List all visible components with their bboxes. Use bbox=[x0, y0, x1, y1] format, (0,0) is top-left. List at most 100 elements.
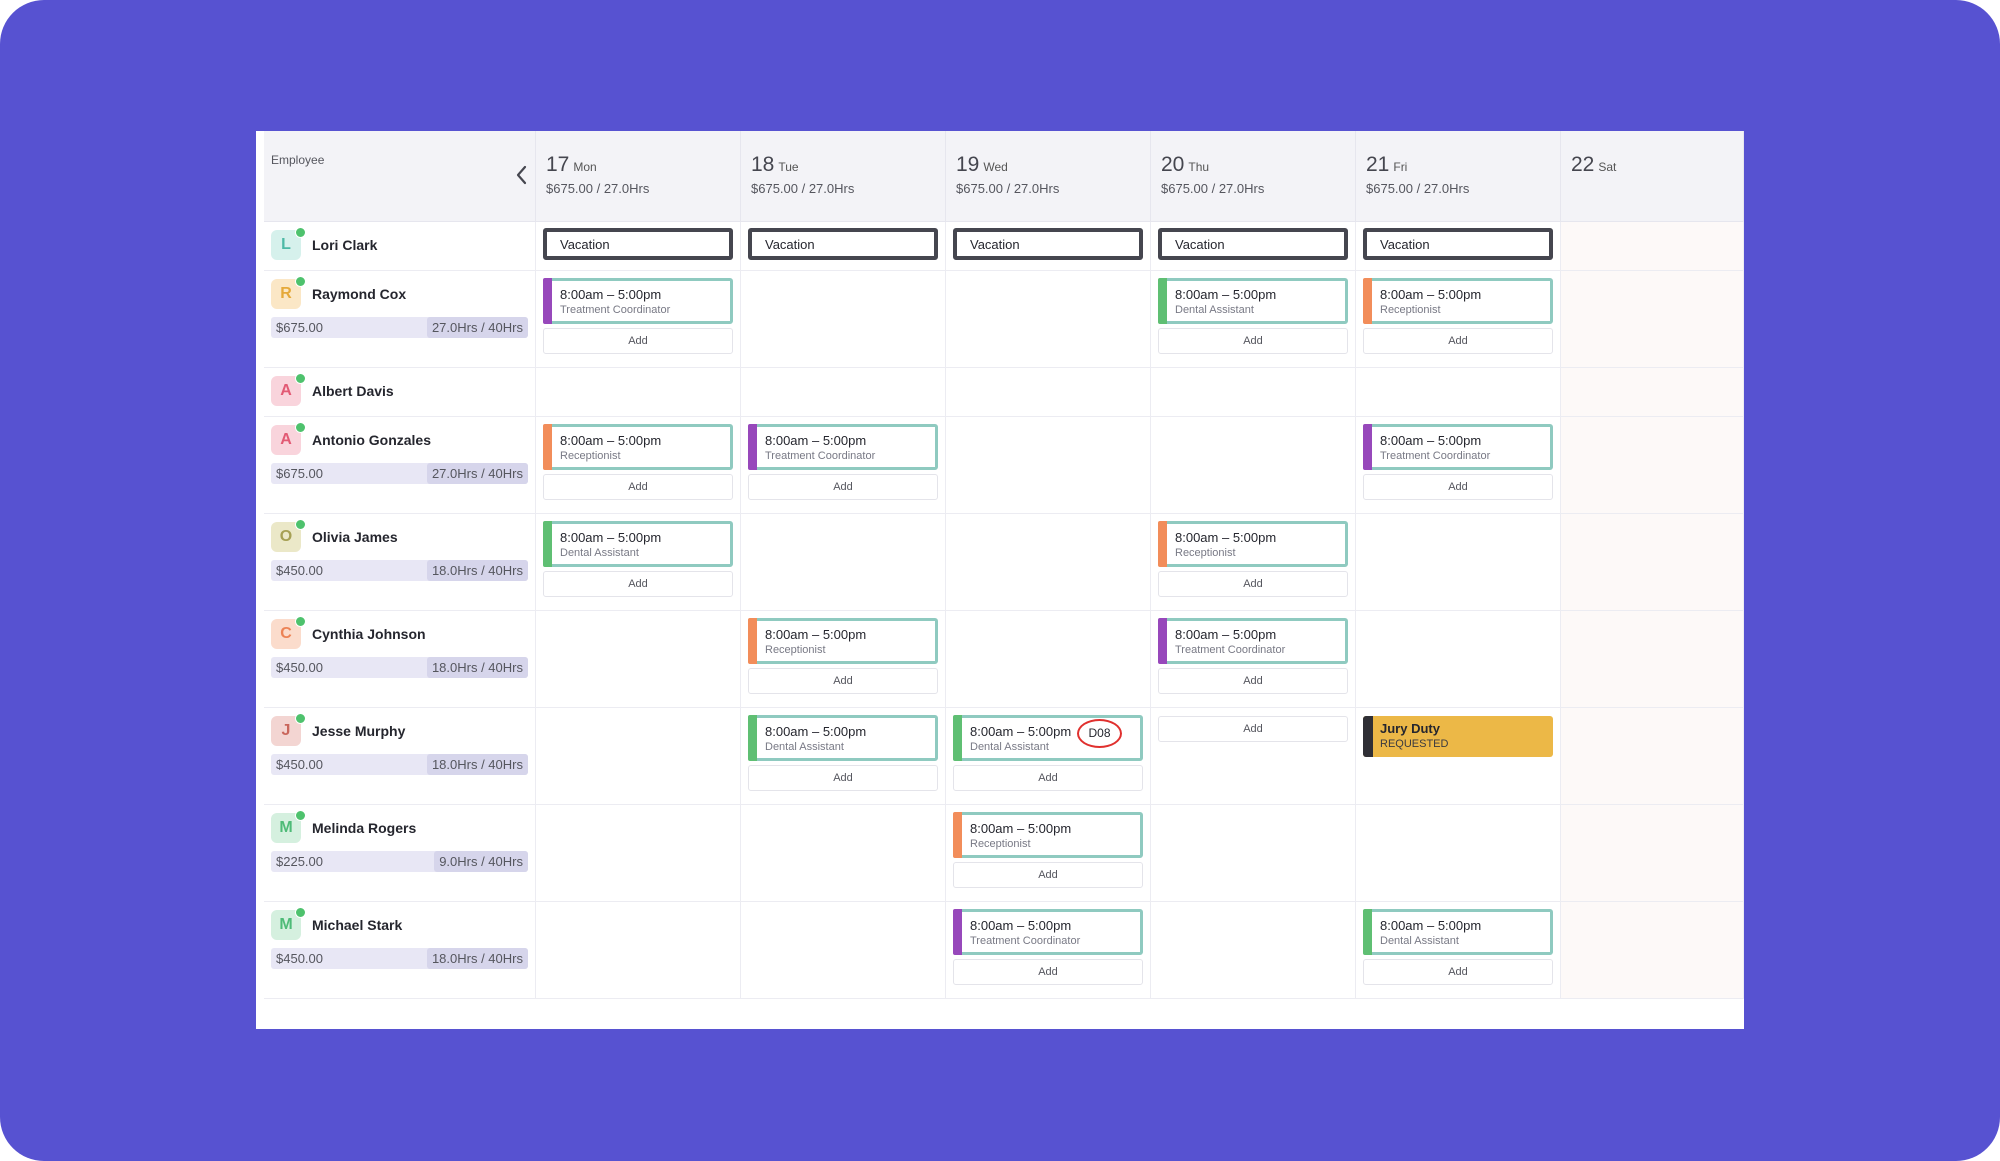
pay-hours-bar: $225.00 9.0Hrs / 40Hrs bbox=[271, 851, 528, 872]
employee-row-jesse-murphy[interactable]: J Jesse Murphy $450.00 18.0Hrs / 40Hrs bbox=[264, 708, 536, 805]
shift-block[interactable]: 8:00am – 5:00pm Receptionist bbox=[543, 424, 733, 470]
weekly-pay: $450.00 bbox=[276, 951, 323, 966]
shift-block[interactable]: 8:00am – 5:00pm Dental Assistant bbox=[748, 715, 938, 761]
day-name: Wed bbox=[983, 160, 1008, 174]
shift-block[interactable]: 8:00am – 5:00pm Receptionist bbox=[953, 812, 1143, 858]
day-name: Mon bbox=[573, 160, 597, 174]
shift-block[interactable]: 8:00am – 5:00pm Receptionist bbox=[748, 618, 938, 664]
shift-block[interactable]: 8:00am – 5:00pm Receptionist bbox=[1158, 521, 1348, 567]
add-shift-button[interactable]: Add bbox=[543, 328, 733, 354]
employee-row-michael-stark[interactable]: M Michael Stark $450.00 18.0Hrs / 40Hrs bbox=[264, 902, 536, 999]
schedule-cell bbox=[946, 611, 1151, 708]
room-badge[interactable]: D08 bbox=[1077, 719, 1122, 748]
schedule-cell: Vacation bbox=[536, 222, 741, 271]
employee-name: Cynthia Johnson bbox=[312, 626, 426, 642]
shift-role: Dental Assistant bbox=[560, 547, 639, 559]
shift-block[interactable]: 8:00am – 5:00pm Treatment Coordinator bbox=[748, 424, 938, 470]
add-shift-button[interactable]: Add bbox=[748, 474, 938, 500]
add-shift-button[interactable]: Add bbox=[543, 571, 733, 597]
employee-name: Melinda Rogers bbox=[312, 820, 417, 836]
weekly-pay: $225.00 bbox=[276, 854, 323, 869]
day-cost-hours: $675.00 / 27.0Hrs bbox=[751, 181, 855, 196]
weekly-hours: 18.0Hrs / 40Hrs bbox=[426, 657, 528, 678]
add-shift-button[interactable]: Add bbox=[1158, 571, 1348, 597]
shift-block[interactable]: 8:00am – 5:00pm Treatment Coordinator bbox=[953, 909, 1143, 955]
schedule-cell bbox=[1561, 271, 1744, 368]
add-shift-button[interactable]: Add bbox=[1363, 328, 1553, 354]
employee-row-lori-clark[interactable]: L Lori Clark bbox=[264, 222, 536, 271]
add-shift-button[interactable]: Add bbox=[953, 862, 1143, 888]
add-shift-button[interactable]: Add bbox=[1363, 474, 1553, 500]
vacation-label: Vacation bbox=[765, 237, 815, 252]
shift-block[interactable]: 8:00am – 5:00pm Dental Assistant bbox=[1158, 278, 1348, 324]
schedule-cell bbox=[946, 417, 1151, 514]
day-name: Sat bbox=[1598, 160, 1617, 174]
weekly-pay: $450.00 bbox=[276, 757, 323, 772]
shift-block[interactable]: 8:00am – 5:00pm Dental Assistant bbox=[543, 521, 733, 567]
add-shift-button[interactable]: Add bbox=[748, 668, 938, 694]
vacation-block[interactable]: Vacation bbox=[1158, 228, 1348, 260]
schedule-cell bbox=[536, 611, 741, 708]
pay-hours-bar: $450.00 18.0Hrs / 40Hrs bbox=[271, 560, 528, 581]
shift-time: 8:00am – 5:00pm bbox=[970, 724, 1072, 739]
weekly-hours: 27.0Hrs / 40Hrs bbox=[426, 463, 528, 484]
schedule-cell bbox=[1561, 708, 1744, 805]
shift-role: Treatment Coordinator bbox=[1175, 644, 1286, 656]
day-header-mon: 17 Mon $675.00 / 27.0Hrs bbox=[536, 131, 741, 222]
online-status-dot bbox=[295, 227, 306, 238]
jury-duty-block[interactable]: Jury Duty REQUESTED bbox=[1363, 716, 1553, 757]
add-shift-button[interactable]: Add bbox=[748, 765, 938, 791]
schedule-cell: 8:00am – 5:00pm Treatment Coordinator Add bbox=[1151, 611, 1356, 708]
employee-row-melinda-rogers[interactable]: M Melinda Rogers $225.00 9.0Hrs / 40Hrs bbox=[264, 805, 536, 902]
add-shift-button[interactable]: Add bbox=[953, 959, 1143, 985]
vacation-label: Vacation bbox=[1380, 237, 1430, 252]
shift-block[interactable]: 8:00am – 5:00pm Dental Assistant bbox=[1363, 909, 1553, 955]
day-name: Tue bbox=[778, 160, 799, 174]
weekly-hours: 9.0Hrs / 40Hrs bbox=[434, 851, 528, 872]
employee-row-raymond-cox[interactable]: R Raymond Cox $675.00 27.0Hrs / 40Hrs bbox=[264, 271, 536, 368]
shift-time: 8:00am – 5:00pm bbox=[1175, 530, 1277, 545]
online-status-dot bbox=[295, 373, 306, 384]
add-shift-button[interactable]: Add bbox=[1158, 668, 1348, 694]
shift-block[interactable]: 8:00am – 5:00pm Receptionist bbox=[1363, 278, 1553, 324]
day-number-value: 21 bbox=[1366, 153, 1390, 176]
schedule-cell bbox=[536, 902, 741, 999]
vacation-block[interactable]: Vacation bbox=[543, 228, 733, 260]
vacation-block[interactable]: Vacation bbox=[748, 228, 938, 260]
role-color-bar bbox=[1158, 521, 1167, 567]
shift-block[interactable]: 8:00am – 5:00pm Treatment Coordinator bbox=[1158, 618, 1348, 664]
role-color-bar bbox=[1363, 909, 1372, 955]
shift-time: 8:00am – 5:00pm bbox=[970, 821, 1072, 836]
vacation-label: Vacation bbox=[1175, 237, 1225, 252]
add-shift-button[interactable]: Add bbox=[543, 474, 733, 500]
shift-block[interactable]: 8:00am – 5:00pm Treatment Coordinator bbox=[1363, 424, 1553, 470]
employee-row-cynthia-johnson[interactable]: C Cynthia Johnson $450.00 18.0Hrs / 40Hrs bbox=[264, 611, 536, 708]
weekly-hours: 27.0Hrs / 40Hrs bbox=[426, 317, 528, 338]
add-shift-button[interactable]: Add bbox=[1158, 328, 1348, 354]
online-status-dot bbox=[295, 422, 306, 433]
shift-time: 8:00am – 5:00pm bbox=[765, 627, 867, 642]
schedule-cell bbox=[1561, 222, 1744, 271]
shift-time: 8:00am – 5:00pm bbox=[970, 918, 1072, 933]
shift-role: Treatment Coordinator bbox=[970, 935, 1081, 947]
pay-hours-bar: $450.00 18.0Hrs / 40Hrs bbox=[271, 948, 528, 969]
vacation-block[interactable]: Vacation bbox=[953, 228, 1143, 260]
schedule-screenshot: Employee 17 Mon $675.00 / 27.0Hrs 18 Tue $675.… bbox=[256, 131, 1744, 1029]
add-shift-button[interactable]: Add bbox=[1158, 716, 1348, 742]
employee-row-antonio-gonzales[interactable]: A Antonio Gonzales $675.00 27.0Hrs / 40Hrs bbox=[264, 417, 536, 514]
add-shift-button[interactable]: Add bbox=[953, 765, 1143, 791]
shift-block[interactable]: 8:00am – 5:00pm Dental Assistant D08 bbox=[953, 715, 1143, 761]
employee-row-olivia-james[interactable]: O Olivia James $450.00 18.0Hrs / 40Hrs bbox=[264, 514, 536, 611]
online-status-dot bbox=[295, 907, 306, 918]
employee-row-albert-davis[interactable]: A Albert Davis bbox=[264, 368, 536, 417]
schedule-cell bbox=[1561, 611, 1744, 708]
vacation-block[interactable]: Vacation bbox=[1363, 228, 1553, 260]
shift-block[interactable]: 8:00am – 5:00pm Treatment Coordinator bbox=[543, 278, 733, 324]
day-header-wed: 19 Wed $675.00 / 27.0Hrs bbox=[946, 131, 1151, 222]
day-cost-hours: $675.00 / 27.0Hrs bbox=[1161, 181, 1265, 196]
pay-hours-bar: $675.00 27.0Hrs / 40Hrs bbox=[271, 463, 528, 484]
chevron-left-icon[interactable] bbox=[513, 163, 531, 187]
shift-role: Receptionist bbox=[560, 450, 621, 462]
add-shift-button[interactable]: Add bbox=[1363, 959, 1553, 985]
role-color-bar bbox=[748, 424, 757, 470]
